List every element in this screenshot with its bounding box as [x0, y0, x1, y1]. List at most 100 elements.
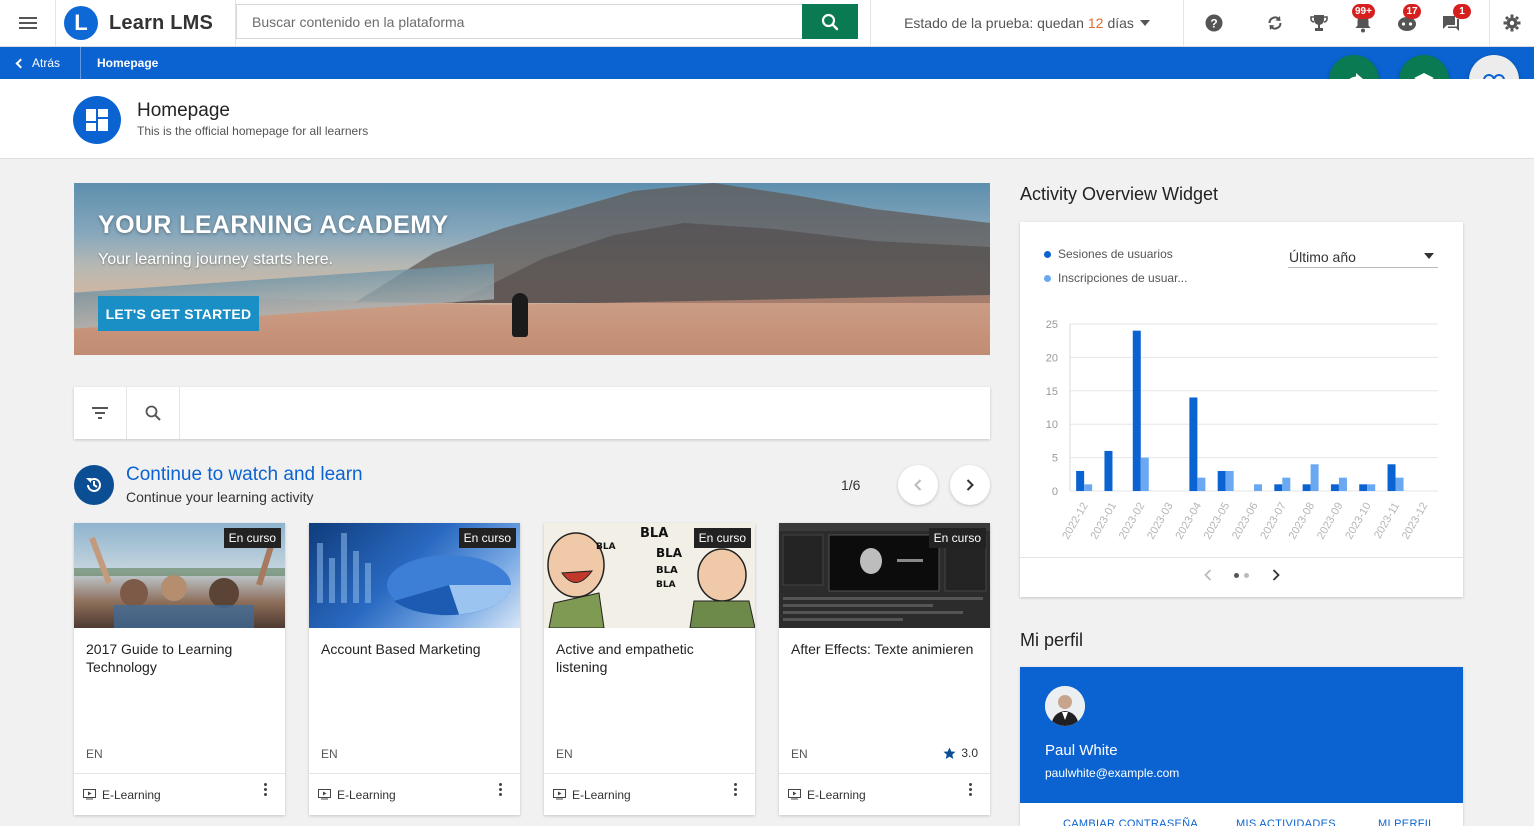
x-tick-label: 2023-06 — [1230, 501, 1261, 542]
course-card[interactable]: En curso Account Based Marketing EN E-Le… — [309, 523, 520, 815]
my-profile-link[interactable]: MI PERFIL — [1378, 818, 1435, 826]
carousel-prev-button[interactable] — [898, 465, 938, 505]
avatar[interactable] — [1045, 686, 1085, 726]
chevron-left-icon — [15, 58, 26, 68]
status-badge: En curso — [458, 528, 516, 548]
filter-button[interactable] — [74, 387, 127, 439]
legend-item-sessions[interactable]: Sesiones de usuarios — [1044, 247, 1173, 261]
course-type: E-Learning — [807, 787, 866, 802]
messages-badge: 1 — [1453, 4, 1471, 19]
menu-button[interactable] — [0, 0, 56, 46]
hero-banner: YOUR LEARNING ACADEMY Your learning jour… — [74, 183, 990, 355]
app-name: Learn LMS — [109, 11, 214, 34]
course-language: EN — [556, 747, 573, 761]
period-value: Último año — [1289, 248, 1356, 265]
page-header: Homepage This is the official homepage f… — [0, 79, 1534, 159]
card-footer: E-Learning — [74, 773, 285, 815]
course-type: E-Learning — [572, 787, 631, 802]
search-button[interactable] — [802, 4, 858, 39]
legend-dot — [1044, 274, 1051, 282]
back-label: Atrás — [32, 56, 61, 70]
legend-label: Inscripciones de usuar... — [1058, 271, 1188, 285]
help-button[interactable]: ? — [1192, 0, 1236, 46]
achievements-button[interactable] — [1297, 0, 1341, 46]
search-input[interactable] — [237, 5, 803, 38]
search-toggle-button[interactable] — [127, 387, 180, 439]
global-search — [236, 4, 858, 39]
notifications-button[interactable]: 99+ — [1341, 0, 1385, 46]
caret-down-icon — [1424, 253, 1434, 259]
back-button[interactable]: Atrás — [0, 47, 81, 79]
app-logo[interactable]: L Learn LMS — [56, 0, 236, 46]
page-dot[interactable] — [1244, 573, 1249, 578]
course-card[interactable]: En curso 2017 Guide to Learning Technolo… — [74, 523, 285, 815]
page-dot-active[interactable] — [1234, 573, 1239, 578]
my-activities-link[interactable]: MIS ACTIVIDADES — [1236, 818, 1336, 826]
rating-value: 3.0 — [961, 746, 978, 760]
settings-button[interactable] — [1489, 0, 1533, 46]
course-title[interactable]: 2017 Guide to Learning Technology — [86, 640, 276, 676]
more-options-icon[interactable] — [499, 788, 502, 791]
chart-bar — [1282, 477, 1291, 491]
more-options-icon[interactable] — [969, 788, 972, 791]
card-footer: E-Learning — [779, 773, 990, 815]
y-tick-label: 20 — [1046, 352, 1058, 364]
profile-card: Paul White paulwhite@example.com CAMBIAR… — [1020, 667, 1463, 826]
chevron-right-icon[interactable] — [1272, 569, 1280, 581]
svg-text:?: ? — [1210, 17, 1217, 31]
legend-dot — [1044, 250, 1051, 258]
trial-suffix: días — [1107, 15, 1134, 31]
course-type: E-Learning — [337, 787, 396, 802]
activity-widget-title: Activity Overview Widget — [1020, 184, 1219, 204]
course-title[interactable]: Active and empathetic listening — [556, 640, 746, 676]
messages-button[interactable]: 1 — [1429, 0, 1473, 46]
chart-bar — [1254, 484, 1262, 491]
chart-bar — [1217, 470, 1226, 491]
course-card[interactable]: En curso After Effects: Texte animieren … — [779, 523, 990, 815]
x-tick-label: 2023-10 — [1343, 501, 1374, 542]
section-title[interactable]: Continue to watch and learn — [126, 464, 363, 486]
course-card[interactable]: BLA BLA BLA BLA BLA En curso Active and … — [544, 523, 755, 815]
breadcrumb: Atrás Homepage — [0, 47, 1534, 79]
assistant-button[interactable]: 17 — [1385, 0, 1429, 46]
chart-bar — [1076, 470, 1085, 491]
hamburger-icon — [18, 22, 37, 24]
legend-item-enrollments[interactable]: Inscripciones de usuar... — [1044, 271, 1187, 285]
chart-bar — [1132, 330, 1141, 491]
course-title[interactable]: Account Based Marketing — [321, 640, 511, 658]
carousel-next-button[interactable] — [950, 465, 990, 505]
chevron-left-icon[interactable] — [1204, 569, 1212, 581]
sync-button[interactable] — [1253, 0, 1297, 46]
period-select[interactable]: Último año — [1288, 246, 1438, 268]
profile-header: Paul White paulwhite@example.com — [1020, 667, 1463, 803]
change-password-link[interactable]: CAMBIAR CONTRASEÑA — [1063, 818, 1198, 826]
x-tick-label: 2023-12 — [1400, 501, 1431, 542]
x-tick-label: 2022-12 — [1060, 501, 1091, 542]
more-options-icon[interactable] — [734, 788, 737, 791]
hero-subtitle: Your learning journey starts here. — [98, 251, 334, 268]
chart-bar — [1225, 470, 1234, 491]
video-play-icon — [788, 789, 801, 800]
y-tick-label: 5 — [1052, 453, 1058, 465]
breadcrumb-current: Homepage — [97, 56, 159, 70]
chart-bar — [1395, 477, 1404, 491]
get-started-button[interactable]: LET'S GET STARTED — [98, 296, 259, 331]
catalog-filter-bar — [74, 387, 990, 439]
y-tick-label: 25 — [1046, 319, 1058, 331]
chat-badge: 17 — [1403, 4, 1421, 19]
chart-bar — [1189, 397, 1198, 491]
trial-status-dropdown[interactable]: Estado de la prueba: quedan 12 días — [870, 0, 1184, 46]
course-thumbnail: BLA BLA BLA BLA BLA En curso — [544, 523, 755, 628]
course-thumbnail: En curso — [309, 523, 520, 628]
svg-text:BLA: BLA — [656, 546, 683, 560]
card-footer: E-Learning — [544, 773, 755, 815]
chart-bar — [1359, 484, 1368, 491]
svg-text:BLA: BLA — [656, 565, 678, 576]
page-subtitle: This is the official homepage for all le… — [137, 124, 369, 138]
x-tick-label: 2023-07 — [1258, 501, 1289, 542]
course-title[interactable]: After Effects: Texte animieren — [791, 640, 981, 658]
legend-label: Sesiones de usuarios — [1058, 247, 1173, 261]
more-options-icon[interactable] — [264, 788, 267, 791]
filter-icon — [92, 407, 108, 419]
chart-bar — [1274, 484, 1283, 491]
